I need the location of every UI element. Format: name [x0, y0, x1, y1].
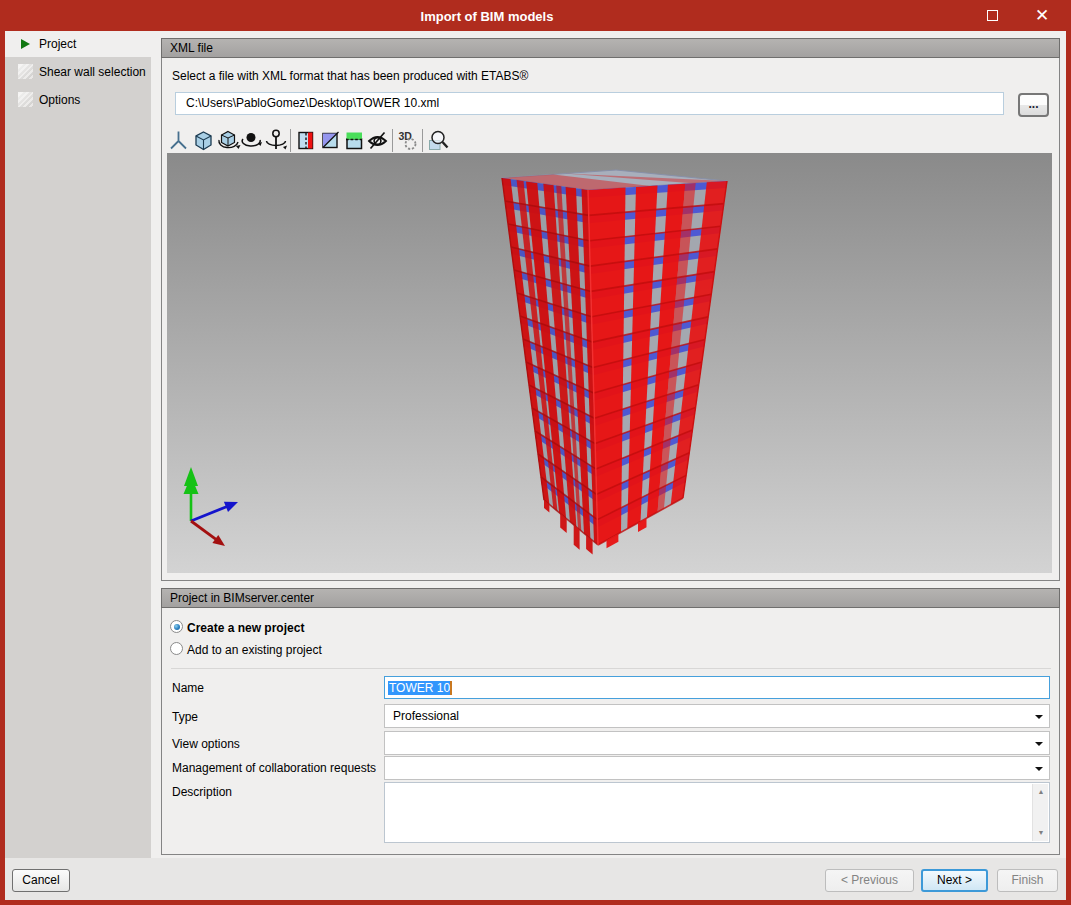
- svg-text:3D: 3D: [399, 130, 413, 142]
